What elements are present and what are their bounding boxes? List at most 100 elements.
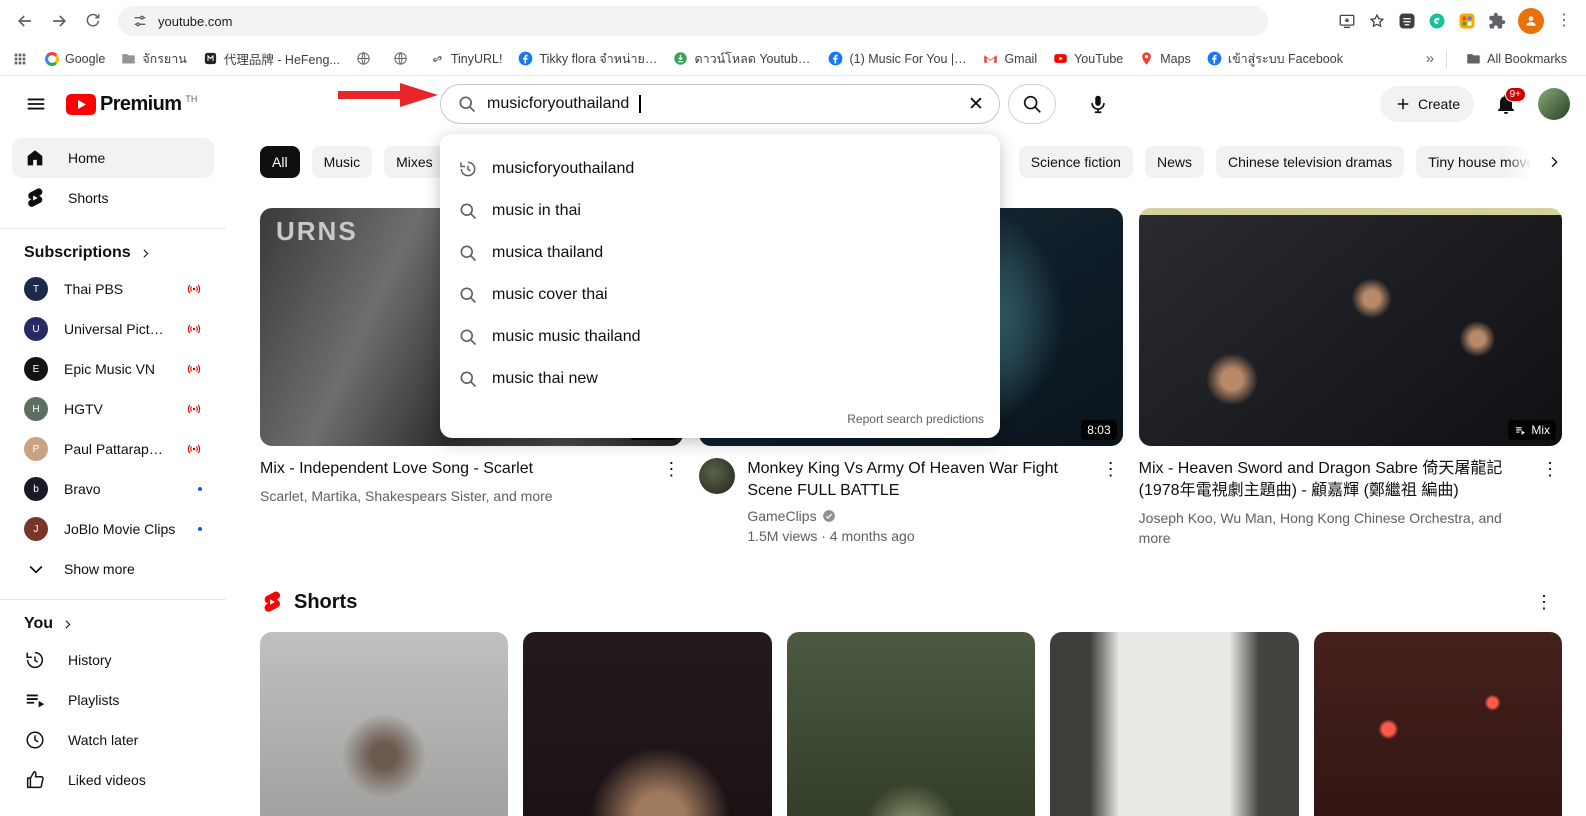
bookmark-item[interactable]: (1) Music For You | F... [821, 46, 974, 72]
chips-scroll-right-button[interactable] [1506, 146, 1562, 178]
video-byline[interactable]: Scarlet, Martika, Shakespears Sister, an… [260, 486, 647, 506]
all-bookmarks-button[interactable]: All Bookmarks [1459, 46, 1574, 72]
sidebar-channel[interactable]: T Thai PBS [0, 269, 226, 309]
channel-avatar[interactable] [699, 458, 735, 494]
you-header[interactable]: You [0, 610, 226, 640]
bookmark-item[interactable] [386, 46, 421, 72]
subscriptions-header[interactable]: Subscriptions [0, 239, 226, 269]
bookmark-item[interactable]: Tikky flora จำหน่ายไม้... [511, 46, 664, 72]
bookmark-item[interactable]: ดาวน์โหลด Youtube -... [666, 46, 819, 72]
sidebar-channel[interactable]: P Paul Pattarapon ... [0, 429, 226, 469]
browser-profile-avatar[interactable] [1518, 8, 1544, 34]
bookmark-star-icon[interactable] [1368, 12, 1386, 30]
bookmark-item[interactable]: Maps [1132, 46, 1198, 72]
suggestion-item[interactable]: music in thai [440, 190, 1000, 232]
video-thumbnail[interactable]: Mix [1139, 208, 1562, 446]
report-predictions-link[interactable]: Report search predictions [440, 400, 1000, 436]
bookmark-item[interactable]: Gmail [976, 46, 1044, 72]
person-icon [1524, 14, 1538, 28]
short-thumbnail[interactable] [260, 632, 508, 816]
youtube-play-icon [66, 94, 96, 115]
video-title[interactable]: Mix - Independent Love Song - Scarlet [260, 458, 647, 480]
video-menu-button[interactable]: ⋮ [659, 458, 683, 506]
sidebar-channel[interactable]: E Epic Music VN [0, 349, 226, 389]
suggestion-item[interactable]: musica thailand [440, 232, 1000, 274]
sidebar-item-liked-videos[interactable]: Liked videos [0, 760, 226, 800]
search-input[interactable]: musicforyouthailand ✕ [440, 84, 1000, 124]
bookmark-item[interactable]: เข้าสู่ระบบ Facebook [1200, 46, 1350, 72]
shorts-menu-button[interactable]: ⋮ [1532, 592, 1556, 613]
tab-share-icon[interactable] [1338, 12, 1356, 30]
clear-search-button[interactable]: ✕ [957, 85, 995, 123]
separator [1446, 50, 1447, 68]
sidebar-channel[interactable]: H HGTV [0, 389, 226, 429]
sidebar-channel[interactable]: b Bravo [0, 469, 226, 509]
notifications-button[interactable]: 9+ [1494, 92, 1518, 116]
toolbar-right: ⋮ [1338, 8, 1576, 34]
back-button[interactable] [10, 6, 40, 36]
history-icon [24, 649, 46, 671]
playlists-icon [24, 689, 46, 711]
short-thumbnail[interactable] [787, 632, 1035, 816]
suggestion-item[interactable]: music music thailand [440, 316, 1000, 358]
sidebar-item-shorts[interactable]: Shorts [12, 178, 214, 218]
site-settings-icon[interactable] [132, 13, 148, 29]
sidebar-item-playlists[interactable]: Playlists [0, 680, 226, 720]
video-title[interactable]: Mix - Heaven Sword and Dragon Sabre 倚天屠龍… [1139, 458, 1526, 502]
video-byline[interactable]: Joseph Koo, Wu Man, Hong Kong Chinese Or… [1139, 508, 1526, 548]
short-thumbnail[interactable] [523, 632, 771, 816]
chip-science-fiction[interactable]: Science fiction [1019, 146, 1133, 178]
facebook-icon [518, 51, 533, 66]
account-avatar[interactable] [1538, 88, 1570, 120]
bookmark-item[interactable] [349, 46, 384, 72]
video-menu-button[interactable]: ⋮ [1099, 458, 1123, 546]
sidebar-channel[interactable]: J JoBlo Movie Clips [0, 509, 226, 549]
forward-button[interactable] [44, 6, 74, 36]
guide-menu-button[interactable] [16, 84, 56, 124]
suggestion-item[interactable]: music cover thai [440, 274, 1000, 316]
suggestion-item[interactable]: music thai new [440, 358, 1000, 400]
thumbnail-text: URNS [276, 216, 358, 247]
chip-all[interactable]: All [260, 146, 300, 178]
video-channel[interactable]: GameClips [747, 508, 1086, 524]
browser-menu-button[interactable]: ⋮ [1556, 13, 1572, 29]
bookmark-folder[interactable]: จักรยาน [114, 46, 194, 72]
suggestion-item[interactable]: musicforyouthailand [440, 148, 1000, 190]
chip-news[interactable]: News [1145, 146, 1204, 178]
folder-icon [121, 51, 136, 66]
sidebar-item-history[interactable]: History [0, 640, 226, 680]
extension-grammarly-icon[interactable] [1428, 12, 1446, 30]
create-button[interactable]: Create [1380, 86, 1474, 122]
channel-avatar: H [24, 397, 48, 421]
extension-colorful-icon[interactable] [1458, 12, 1476, 30]
video-title[interactable]: Monkey King Vs Army Of Heaven War Fight … [747, 458, 1086, 502]
bookmarks-overflow-button[interactable]: » [1426, 50, 1434, 67]
extension-keyboard-icon[interactable] [1398, 12, 1416, 30]
microphone-icon [1087, 93, 1109, 115]
youtube-premium-logo[interactable]: Premium TH [66, 94, 197, 115]
chip-music[interactable]: Music [312, 146, 373, 178]
bookmark-item[interactable]: 代理品牌 - HeFeng... [196, 46, 347, 72]
sidebar-item-home[interactable]: Home [12, 138, 214, 178]
voice-search-button[interactable] [1078, 84, 1118, 124]
chip-chinese-tv-dramas[interactable]: Chinese television dramas [1216, 146, 1404, 178]
chip-mixes[interactable]: Mixes [384, 146, 445, 178]
bookmark-item[interactable]: Google [38, 46, 112, 72]
extensions-puzzle-icon[interactable] [1488, 12, 1506, 30]
show-more-button[interactable]: Show more [0, 549, 226, 589]
facebook-icon [1207, 51, 1222, 66]
sidebar-item-watch-later[interactable]: Watch later [0, 720, 226, 760]
search-button[interactable] [1008, 84, 1056, 124]
short-thumbnail[interactable] [1314, 632, 1562, 816]
bookmarks-right: » All Bookmarks [1426, 46, 1574, 72]
apps-grid-icon[interactable] [12, 51, 28, 67]
text-caret [639, 95, 641, 113]
reload-button[interactable] [78, 6, 108, 36]
search-icon [458, 201, 478, 221]
bookmark-item[interactable]: YouTube [1046, 46, 1130, 72]
short-thumbnail[interactable] [1050, 632, 1298, 816]
sidebar-channel[interactable]: U Universal Picture... [0, 309, 226, 349]
url-bar[interactable]: youtube.com [118, 6, 1268, 36]
video-menu-button[interactable]: ⋮ [1538, 458, 1562, 548]
bookmark-item[interactable]: TinyURL! [423, 46, 510, 72]
